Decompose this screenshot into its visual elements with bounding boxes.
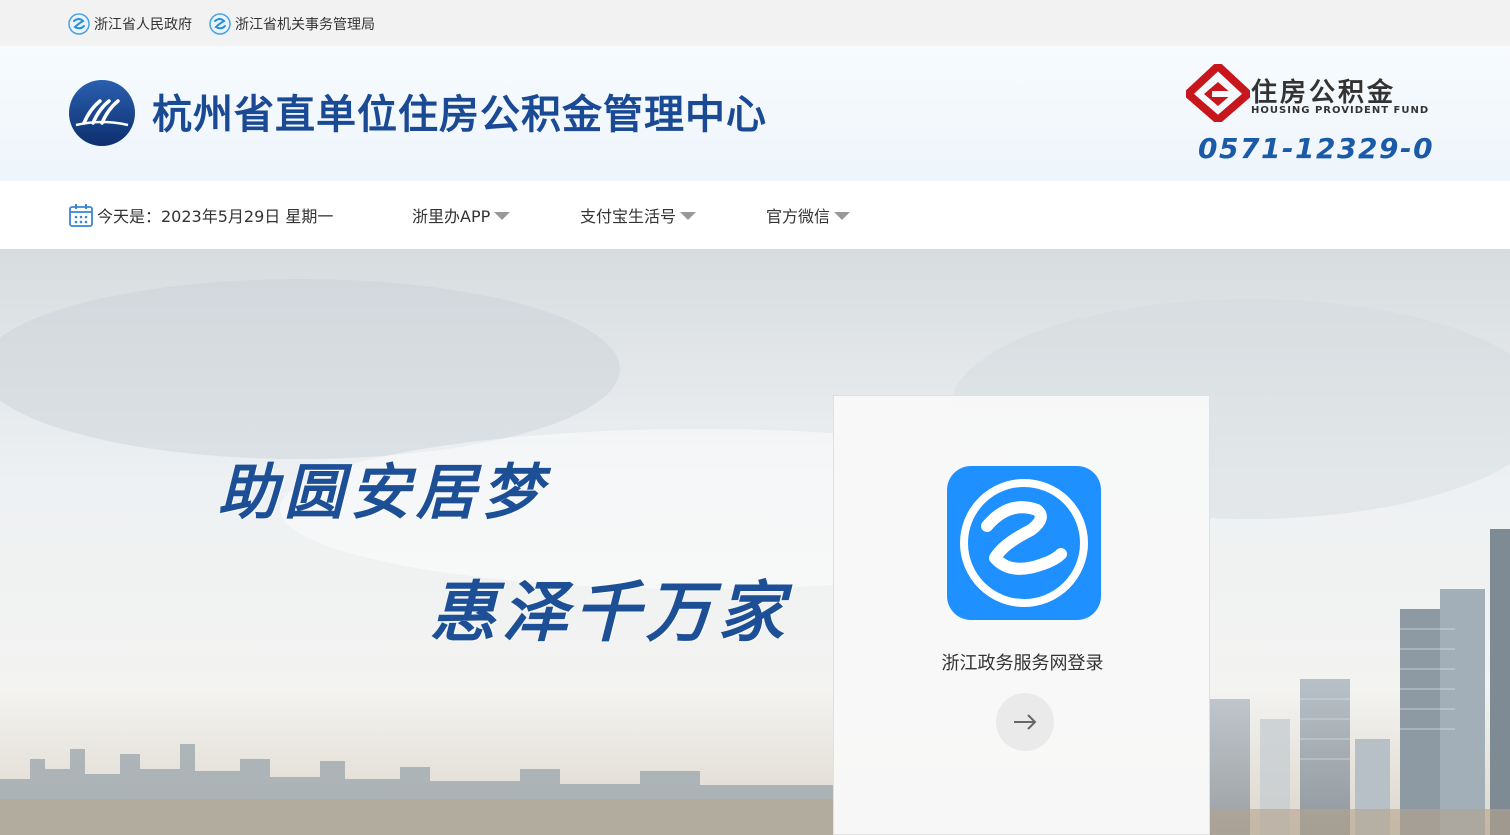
arrow-right-icon <box>1014 714 1037 730</box>
housing-fund-brand: 住房公积金 <box>1251 78 1397 108</box>
site-header: 杭州省直单位住房公积金管理中心 住房公积金 HOUSING PROVIDENT … <box>0 46 1510 181</box>
top-link-zhejiang-gov[interactable]: 浙江省人民政府 <box>68 13 192 35</box>
calendar-icon <box>69 204 93 227</box>
nav-item-label: 官方微信 <box>766 207 831 226</box>
banner-slogan-line2: 惠泽千万家 <box>430 573 790 651</box>
top-link-bar: 浙江省人民政府 浙江省机关事务管理局 <box>0 0 1510 46</box>
zhejiang-service-app-icon[interactable] <box>947 466 1101 620</box>
site-title: 杭州省直单位住房公积金管理中心 <box>152 92 767 138</box>
chevron-down-icon <box>680 212 697 220</box>
hero-banner: 助圆安居梦 惠泽千万家 浙江政务服务网登录 <box>0 249 1510 835</box>
city-skyline-image <box>0 249 1510 835</box>
nav-bar: 今天是：2023年5月29日 星期一 浙里办APP 支付宝生活号 官方微信 <box>0 181 1510 249</box>
chevron-down-icon <box>834 212 851 220</box>
top-link-label: 浙江省机关事务管理局 <box>235 17 375 33</box>
nav-alipay-life[interactable]: 支付宝生活号 <box>580 202 697 228</box>
center-logo-icon[interactable] <box>68 79 136 147</box>
nav-item-label: 浙里办APP <box>412 207 491 226</box>
date-label: 今天是：2023年5月29日 星期一 <box>97 207 334 226</box>
nav-zheliban-app[interactable]: 浙里办APP <box>412 202 511 228</box>
nav-item-label: 支付宝生活号 <box>580 207 677 226</box>
top-link-admin-bureau[interactable]: 浙江省机关事务管理局 <box>209 13 375 35</box>
housing-fund-logo-icon <box>1186 64 1250 122</box>
nav-official-wechat[interactable]: 官方微信 <box>766 202 851 228</box>
zhejiang-gov-icon <box>209 13 231 35</box>
login-go-button[interactable] <box>996 693 1054 751</box>
zhejiang-gov-icon <box>68 13 90 35</box>
login-label[interactable]: 浙江政务服务网登录 <box>834 649 1211 675</box>
housing-fund-brand-en: HOUSING PROVIDENT FUND <box>1251 105 1430 116</box>
banner-slogan-line1: 助圆安居梦 <box>218 458 548 528</box>
hotline-number: 0571-12329-0 <box>1198 132 1435 165</box>
today-date: 今天是：2023年5月29日 星期一 <box>68 202 333 228</box>
top-link-label: 浙江省人民政府 <box>94 17 192 33</box>
login-card: 浙江政务服务网登录 <box>833 395 1210 835</box>
chevron-down-icon <box>494 212 511 220</box>
